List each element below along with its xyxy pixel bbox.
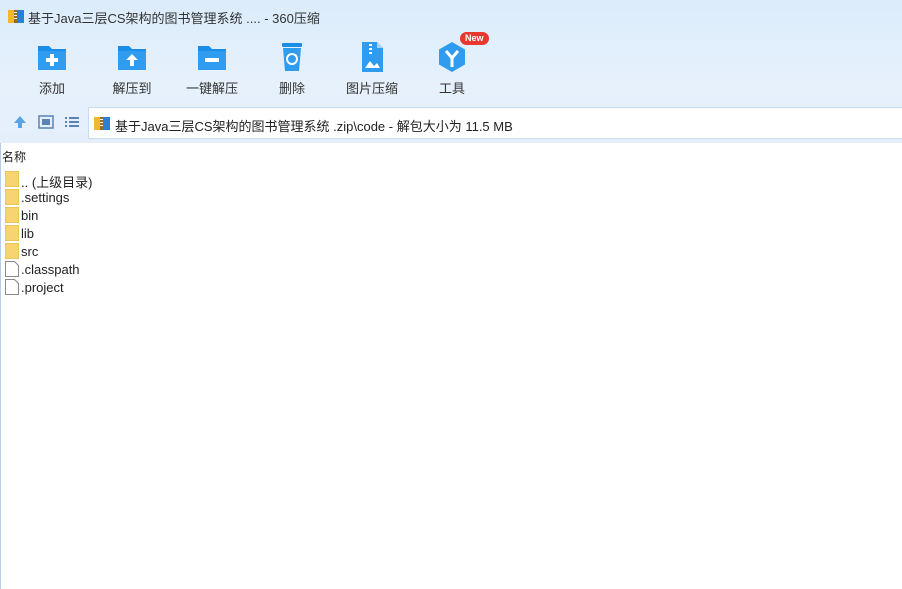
extract-to-label: 解压到 — [112, 81, 152, 96]
one-click-extract-icon — [198, 46, 226, 70]
tools-label: 工具 — [438, 81, 465, 96]
file-name: .settings — [21, 190, 70, 205]
navigation-bar: 基于Java三层CS架构的图书管理系统 .zip\code - 解包大小为 11… — [0, 105, 902, 139]
list-item[interactable]: bin — [0, 206, 902, 224]
add-label: 添加 — [38, 81, 65, 96]
view-list-icon[interactable] — [64, 114, 80, 130]
add-button[interactable]: 添加 — [12, 36, 92, 96]
arrow-up-icon[interactable] — [12, 114, 28, 130]
folder-icon — [5, 171, 19, 187]
folder-icon — [5, 243, 19, 259]
folder-icon — [5, 189, 19, 205]
title-bar: 基于Java三层CS架构的图书管理系统 .... - 360压缩 — [0, 0, 902, 32]
file-list: .. (上级目录) .settings bin lib src .classpa… — [0, 170, 902, 296]
tools-button[interactable]: New 工具 — [412, 32, 492, 96]
image-compress-button[interactable]: 图片压缩 — [332, 36, 412, 96]
view-thumbnail-icon[interactable] — [38, 114, 54, 130]
new-badge: New — [460, 32, 489, 45]
image-compress-label: 图片压缩 — [345, 81, 398, 96]
address-bar[interactable]: 基于Java三层CS架构的图书管理系统 .zip\code - 解包大小为 11… — [88, 107, 902, 139]
list-item[interactable]: lib — [0, 224, 902, 242]
file-name: .project — [21, 280, 64, 295]
document-icon — [5, 279, 19, 295]
extract-to-button[interactable]: 解压到 — [92, 36, 172, 96]
list-item[interactable]: .classpath — [0, 260, 902, 278]
list-item[interactable]: src — [0, 242, 902, 260]
top-area: 基于Java三层CS架构的图书管理系统 .... - 360压缩 添加 解压到 — [0, 0, 902, 143]
window-title: 基于Java三层CS架构的图书管理系统 .... - 360压缩 — [28, 11, 320, 26]
add-folder-icon — [38, 46, 66, 70]
extract-to-icon — [118, 46, 146, 70]
list-item[interactable]: .project — [0, 278, 902, 296]
address-path: 基于Java三层CS架构的图书管理系统 .zip\code - 解包大小为 11… — [115, 119, 513, 134]
one-click-extract-label: 一键解压 — [185, 81, 238, 96]
list-item[interactable]: .settings — [0, 188, 902, 206]
folder-icon — [5, 225, 19, 241]
tools-cube-icon — [439, 42, 465, 72]
recycle-bin-icon — [282, 43, 302, 71]
one-click-extract-button[interactable]: 一键解压 — [172, 36, 252, 96]
toolbar: 添加 解压到 一键解压 删除 图片压缩 New 工具 — [0, 32, 902, 98]
file-name: .classpath — [21, 262, 80, 277]
column-header-name[interactable]: 名称 — [0, 147, 902, 165]
list-item[interactable]: .. (上级目录) — [0, 170, 902, 190]
file-name: lib — [21, 226, 35, 241]
image-compress-icon — [362, 42, 383, 72]
archive-app-icon — [8, 10, 24, 23]
file-name: bin — [21, 208, 39, 223]
column-name-label: 名称 — [2, 150, 27, 164]
file-name: src — [21, 244, 39, 259]
delete-button[interactable]: 删除 — [252, 36, 332, 96]
zip-archive-icon — [94, 117, 110, 130]
document-icon — [5, 261, 19, 277]
delete-label: 删除 — [278, 81, 305, 96]
folder-icon — [5, 207, 19, 223]
